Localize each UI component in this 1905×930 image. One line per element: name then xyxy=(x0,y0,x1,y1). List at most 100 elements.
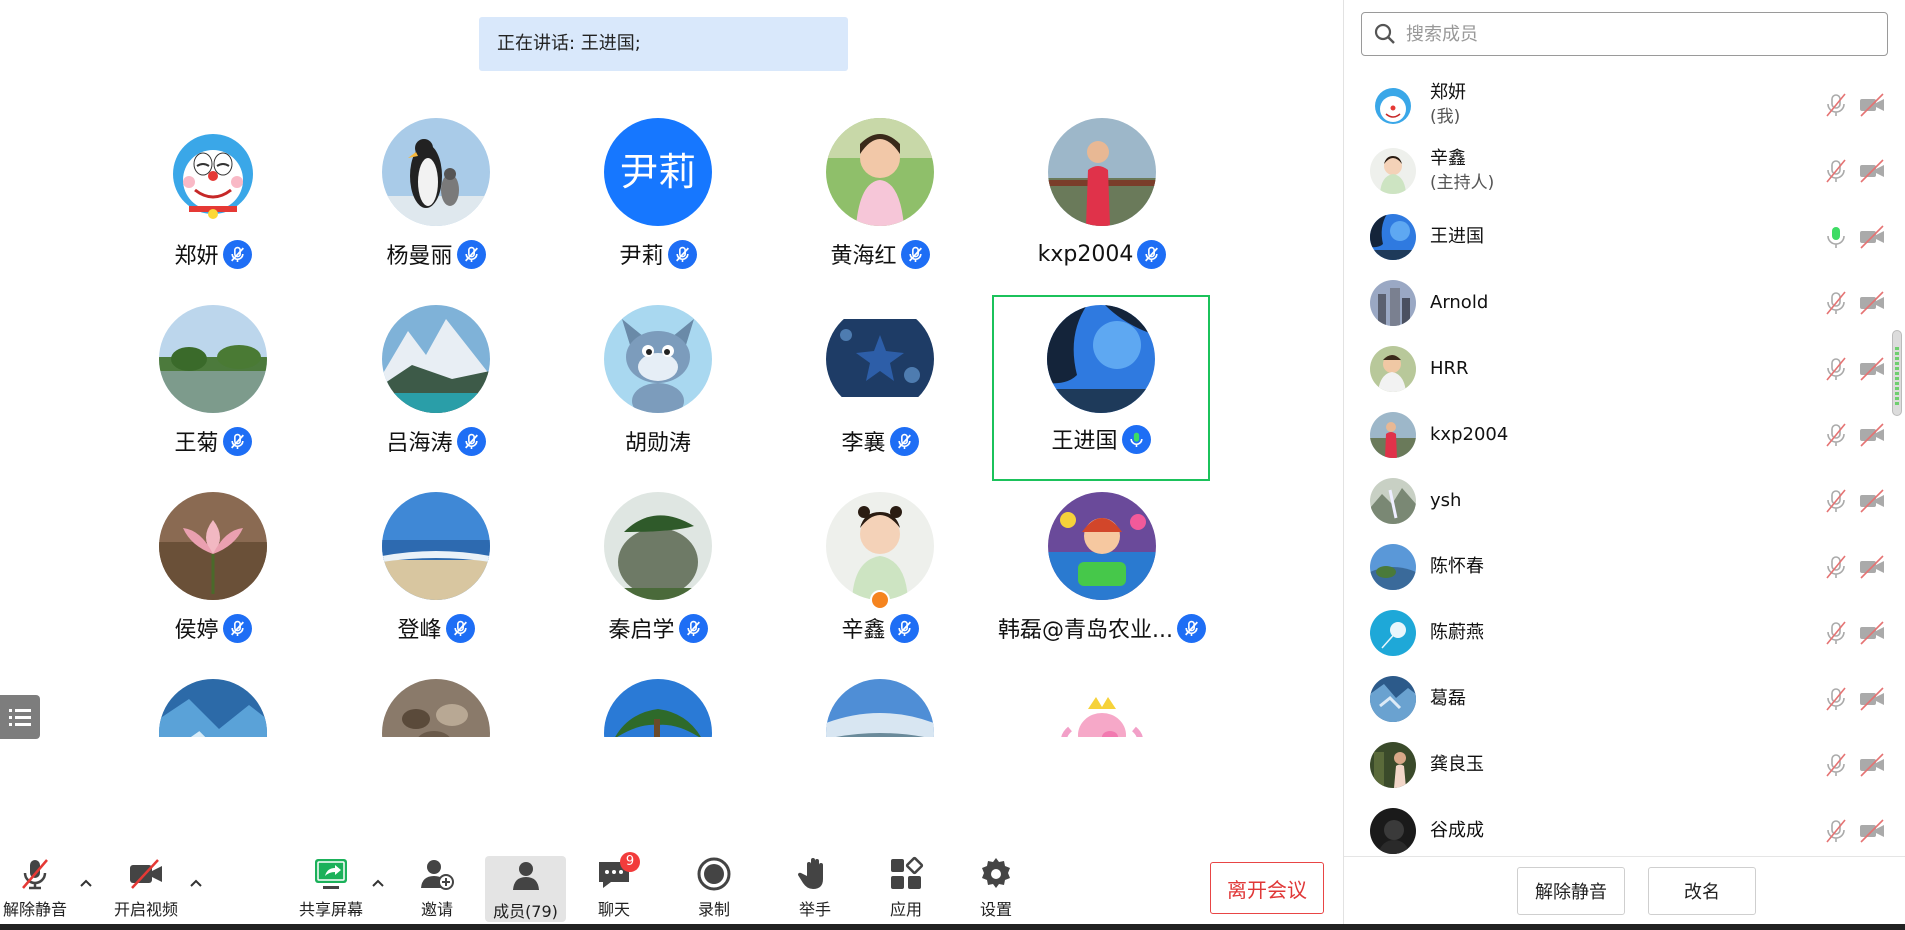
muted-mic-icon xyxy=(456,426,486,456)
member-row[interactable]: 郑妍 (我) xyxy=(1344,72,1884,138)
member-row[interactable]: 陈怀春 xyxy=(1344,534,1884,600)
participant-avatar xyxy=(826,492,934,600)
member-avatar xyxy=(1370,346,1416,392)
muted-mic-icon[interactable] xyxy=(1823,290,1849,316)
share-options-caret-icon[interactable] xyxy=(369,874,387,892)
participant-name: 郑妍 xyxy=(174,244,219,269)
participant-name: 杨曼丽 xyxy=(386,244,453,269)
raise-hand-button[interactable]: 举手 xyxy=(795,856,835,922)
muted-mic-icon[interactable] xyxy=(1823,686,1849,712)
member-search-input[interactable] xyxy=(1406,23,1856,45)
video-off-icon[interactable] xyxy=(1858,158,1886,184)
video-off-icon[interactable] xyxy=(1858,752,1886,778)
muted-mic-icon[interactable] xyxy=(1823,818,1849,844)
muted-mic-icon[interactable] xyxy=(1823,92,1849,118)
rename-button[interactable]: 改名 xyxy=(1648,867,1756,915)
meeting-window: 郑妍 杨曼丽 尹莉 尹莉 黄海红 kxp2004 王菊 吕海涛 胡勋涛 李襄 王… xyxy=(0,0,1905,930)
member-row[interactable]: 谷成成 xyxy=(1344,798,1884,856)
video-off-icon[interactable] xyxy=(1858,488,1886,514)
leave-meeting-button[interactable]: 离开会议 xyxy=(1210,862,1324,914)
participant-tile[interactable]: 韩磊@青岛农业... xyxy=(993,484,1211,670)
muted-mic-icon[interactable] xyxy=(1823,422,1849,448)
video-options-caret-icon[interactable] xyxy=(187,874,205,892)
member-row[interactable]: 王进国 xyxy=(1344,204,1884,270)
participant-tile[interactable]: 李襄 xyxy=(771,297,989,483)
member-row[interactable]: 陈蔚燕 xyxy=(1344,600,1884,666)
unmute-self-button[interactable]: 解除静音 xyxy=(1517,867,1625,915)
muted-mic-icon xyxy=(1176,613,1206,643)
participant-tile[interactable]: 吕海涛 xyxy=(327,297,545,483)
participant-tile[interactable] xyxy=(549,671,767,737)
muted-mic-icon[interactable] xyxy=(1823,752,1849,778)
members-button[interactable]: 成员(79) xyxy=(485,856,566,922)
muted-mic-icon[interactable] xyxy=(1823,620,1849,646)
member-search-box[interactable] xyxy=(1361,12,1888,56)
participant-tile[interactable]: 侯婷 xyxy=(104,484,322,670)
muted-mic-icon[interactable] xyxy=(1823,158,1849,184)
audio-options-caret-icon[interactable] xyxy=(77,874,95,892)
participant-tile[interactable] xyxy=(104,671,322,737)
muted-mic-icon[interactable] xyxy=(1823,356,1849,382)
muted-mic-icon[interactable] xyxy=(1823,554,1849,580)
start-video-button[interactable]: 开启视频 xyxy=(110,856,182,922)
member-avatar xyxy=(1370,148,1416,194)
member-name: 王进国 xyxy=(1430,226,1484,247)
member-name: 谷成成 xyxy=(1430,820,1484,841)
participant-tile[interactable]: 杨曼丽 xyxy=(327,110,545,296)
muted-mic-icon[interactable] xyxy=(1823,488,1849,514)
apps-button[interactable]: 应用 xyxy=(886,856,926,922)
share-screen-button[interactable]: 共享屏幕 xyxy=(295,856,367,922)
participant-name: 辛鑫 xyxy=(841,618,886,643)
active-mic-icon[interactable] xyxy=(1823,224,1849,250)
video-off-icon[interactable] xyxy=(1858,224,1886,250)
participant-name: 尹莉 xyxy=(619,244,664,269)
video-off-icon[interactable] xyxy=(1858,686,1886,712)
participant-avatar xyxy=(826,305,934,413)
member-row[interactable]: kxp2004 xyxy=(1344,402,1884,468)
participant-tile[interactable]: 辛鑫 xyxy=(771,484,989,670)
participant-tile[interactable] xyxy=(771,671,989,737)
muted-mic-icon xyxy=(678,613,708,643)
participant-tile[interactable] xyxy=(993,671,1211,737)
video-off-icon[interactable] xyxy=(1858,422,1886,448)
participant-tile-active-speaker[interactable]: 王进国 xyxy=(992,295,1210,481)
unmute-button[interactable]: 解除静音 xyxy=(0,856,70,922)
member-row[interactable]: Arnold xyxy=(1344,270,1884,336)
video-off-icon[interactable] xyxy=(1858,92,1886,118)
member-row[interactable]: 辛鑫 (主持人) xyxy=(1344,138,1884,204)
participant-name: 王进国 xyxy=(1051,429,1118,454)
record-button[interactable]: 录制 xyxy=(694,856,734,922)
chat-label: 聊天 xyxy=(597,900,630,919)
participant-tile[interactable]: 黄海红 xyxy=(771,110,989,296)
add-user-icon xyxy=(421,860,454,890)
video-off-icon[interactable] xyxy=(1858,290,1886,316)
participant-name: 胡勋涛 xyxy=(624,431,691,456)
member-row[interactable]: HRR xyxy=(1344,336,1884,402)
member-row[interactable]: 葛磊 xyxy=(1344,666,1884,732)
participant-tile[interactable]: 尹莉 尹莉 xyxy=(549,110,767,296)
video-gallery-area: 郑妍 杨曼丽 尹莉 尹莉 黄海红 kxp2004 王菊 吕海涛 胡勋涛 李襄 王… xyxy=(0,0,1343,930)
members-label: 成员(79) xyxy=(493,902,558,921)
settings-button[interactable]: 设置 xyxy=(976,856,1016,922)
member-role: (主持人) xyxy=(1430,173,1495,193)
participant-tile[interactable] xyxy=(327,671,545,737)
video-off-icon[interactable] xyxy=(1858,620,1886,646)
participant-tile[interactable]: 王菊 xyxy=(104,297,322,483)
member-row[interactable]: 龚良玉 xyxy=(1344,732,1884,798)
member-avatar xyxy=(1370,742,1416,788)
participant-tile[interactable]: kxp2004 xyxy=(993,110,1211,296)
participant-tile[interactable]: 登峰 xyxy=(327,484,545,670)
participant-tile[interactable]: 郑妍 xyxy=(104,110,322,296)
chat-button[interactable]: 聊天 9 xyxy=(594,852,640,922)
member-list-scrollbar[interactable] xyxy=(1892,330,1902,416)
participant-tile[interactable]: 秦启学 xyxy=(549,484,767,670)
list-view-toggle-button[interactable] xyxy=(0,695,40,739)
video-off-icon[interactable] xyxy=(1858,818,1886,844)
invite-button[interactable]: 邀请 xyxy=(410,856,464,922)
member-row[interactable]: ysh xyxy=(1344,468,1884,534)
record-icon xyxy=(697,857,731,891)
video-off-icon[interactable] xyxy=(1858,356,1886,382)
participant-tile[interactable]: 胡勋涛 xyxy=(549,297,767,483)
participant-avatar xyxy=(159,118,267,226)
video-off-icon[interactable] xyxy=(1858,554,1886,580)
